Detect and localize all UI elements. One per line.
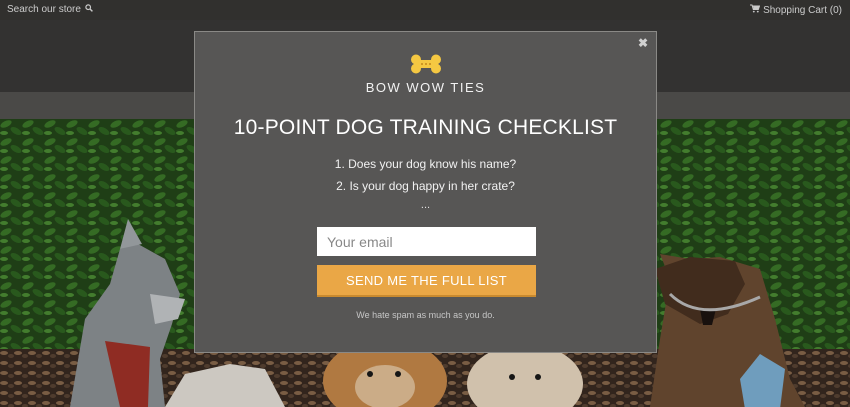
close-icon[interactable]: ✖ <box>638 36 648 50</box>
checklist-ellipsis: ... <box>420 199 431 211</box>
spam-note: We hate spam as much as you do. <box>356 310 495 320</box>
bone-icon <box>411 54 441 74</box>
checklist-item: 1. Does your dog know his name? <box>334 157 517 171</box>
signup-popup: ✖ BOW WOW TIES 10-POINT DOG TRAINING CHE… <box>194 31 657 353</box>
brand-name: BOW WOW TIES <box>365 80 486 95</box>
email-input[interactable] <box>317 227 536 256</box>
send-list-button[interactable]: SEND ME THE FULL LIST <box>317 265 536 297</box>
popup-headline: 10-POINT DOG TRAINING CHECKLIST <box>233 116 618 139</box>
checklist-item: 2. Is your dog happy in her crate? <box>336 179 515 193</box>
